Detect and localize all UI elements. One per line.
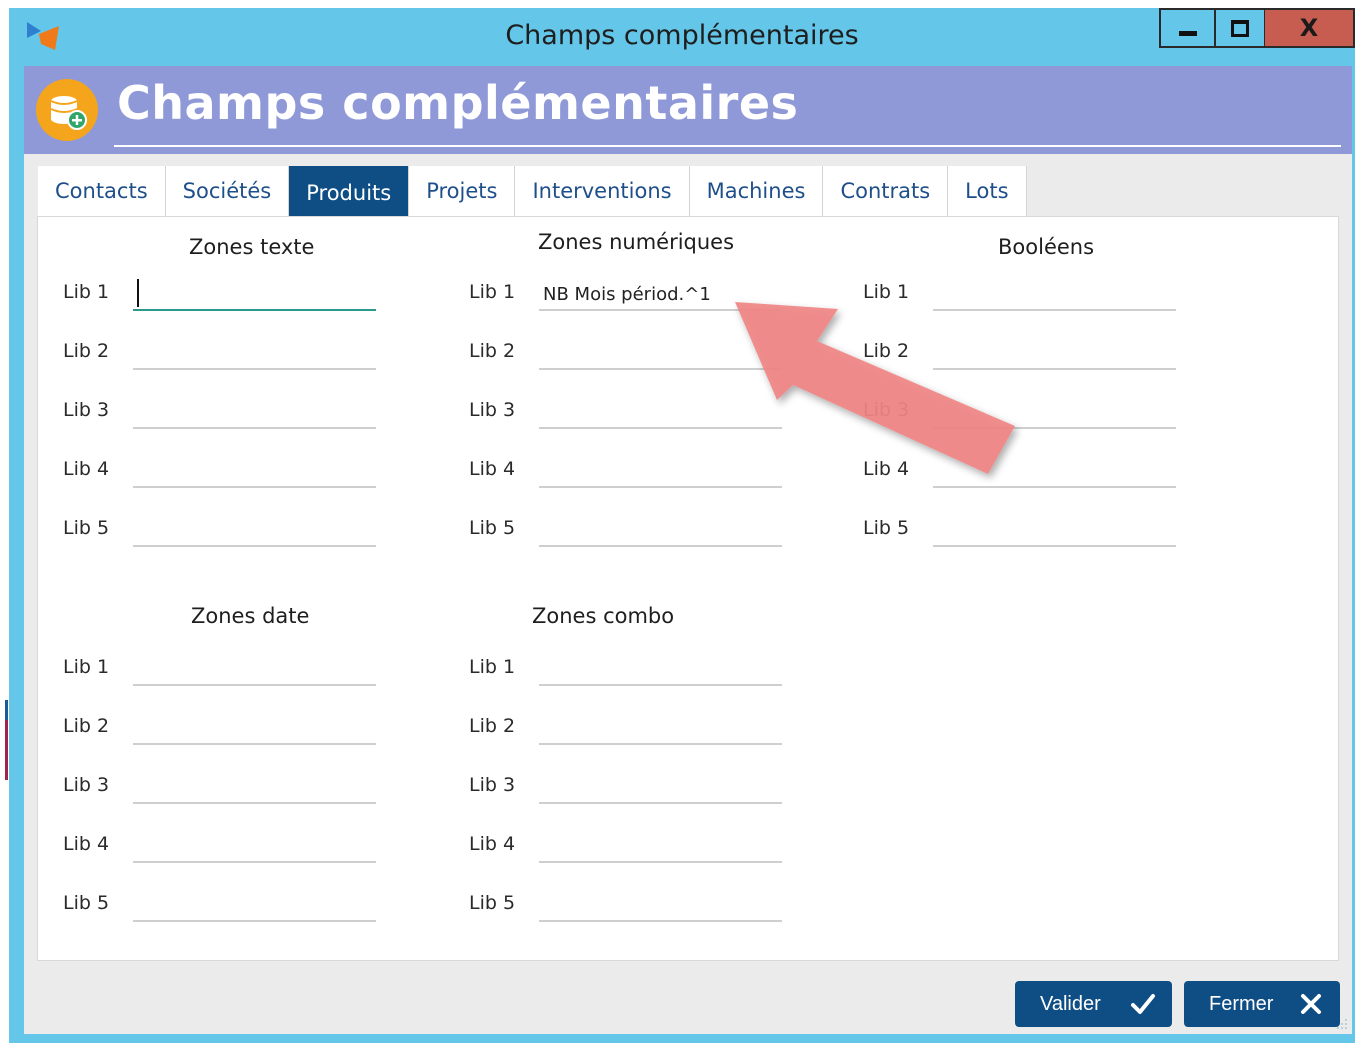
- tab-machines[interactable]: Machines: [689, 166, 824, 216]
- close-icon: X: [1299, 14, 1319, 42]
- numeriques-lib4-input[interactable]: [539, 456, 782, 488]
- booleens-lib5-input[interactable]: [933, 515, 1176, 547]
- field-label: Lib 2: [863, 340, 910, 362]
- field-label: Lib 5: [63, 517, 110, 539]
- field-label: Lib 2: [63, 340, 110, 362]
- database-add-icon: [36, 79, 98, 141]
- field-label: Lib 5: [863, 517, 910, 539]
- minimize-icon: [1179, 30, 1197, 36]
- field-label: Lib 3: [63, 774, 110, 796]
- resize-grip[interactable]: [1334, 1016, 1348, 1030]
- tab-contrats[interactable]: Contrats: [823, 166, 949, 216]
- header-underline: [114, 145, 1341, 147]
- maximize-button[interactable]: [1214, 8, 1266, 48]
- date-lib5-input[interactable]: [133, 890, 376, 922]
- combo-lib2-input[interactable]: [539, 713, 782, 745]
- group-title-combo: Zones combo: [532, 604, 675, 628]
- date-lib2-input[interactable]: [133, 713, 376, 745]
- field-label: Lib 4: [469, 833, 516, 855]
- numeriques-lib5-input[interactable]: [539, 515, 782, 547]
- field-label: Lib 4: [863, 458, 910, 480]
- texte-lib5-input[interactable]: [133, 515, 376, 547]
- texte-lib2-input[interactable]: [133, 338, 376, 370]
- close-x-icon: [1301, 994, 1321, 1014]
- combo-lib4-input[interactable]: [539, 831, 782, 863]
- field-label: Lib 3: [469, 399, 516, 421]
- field-label: Lib 2: [63, 715, 110, 737]
- field-label: Lib 4: [63, 458, 110, 480]
- desktop-edge: [0, 0, 9, 1043]
- desktop-edge-mark: [5, 720, 8, 780]
- tab-bar: Contacts Sociétés Produits Projets Inter…: [38, 166, 1027, 216]
- tab-produits[interactable]: Produits: [289, 166, 410, 216]
- group-title-date: Zones date: [191, 604, 310, 628]
- numeriques-lib2-input[interactable]: [539, 338, 782, 370]
- valider-button[interactable]: Valider: [1015, 981, 1172, 1027]
- text-caret: [137, 279, 139, 307]
- field-label: Lib 2: [469, 340, 516, 362]
- field-label: Lib 5: [469, 517, 516, 539]
- field-label: Lib 3: [63, 399, 110, 421]
- texte-lib4-input[interactable]: [133, 456, 376, 488]
- texte-lib1-input[interactable]: [133, 279, 376, 311]
- field-label: Lib 1: [469, 281, 516, 303]
- fermer-button[interactable]: Fermer: [1184, 981, 1340, 1027]
- valider-label: Valider: [1040, 992, 1101, 1015]
- tab-projets[interactable]: Projets: [409, 166, 516, 216]
- dialog-window: Champs complémentaires X Champs compléme…: [9, 8, 1355, 1043]
- combo-lib5-input[interactable]: [539, 890, 782, 922]
- dialog-body: Contacts Sociétés Produits Projets Inter…: [24, 154, 1352, 1034]
- date-lib1-input[interactable]: [133, 654, 376, 686]
- field-label: Lib 5: [63, 892, 110, 914]
- booleens-lib2-input[interactable]: [933, 338, 1176, 370]
- numeriques-lib1-input[interactable]: [539, 279, 782, 311]
- fields-panel: Zones texte Lib 1 Lib 2 Lib 3 Lib 4 Lib …: [37, 216, 1339, 961]
- tab-lots[interactable]: Lots: [948, 166, 1027, 216]
- field-label: Lib 1: [469, 656, 516, 678]
- title-bar[interactable]: Champs complémentaires X: [9, 8, 1355, 66]
- window-title: Champs complémentaires: [505, 20, 859, 51]
- group-title-numeriques: Zones numériques: [538, 230, 735, 254]
- date-lib4-input[interactable]: [133, 831, 376, 863]
- texte-lib3-input[interactable]: [133, 397, 376, 429]
- maximize-icon: [1231, 19, 1249, 37]
- booleens-lib3-input[interactable]: [933, 397, 1176, 429]
- tab-interventions[interactable]: Interventions: [515, 166, 690, 216]
- field-label: Lib 2: [469, 715, 516, 737]
- group-title-texte: Zones texte: [189, 235, 315, 259]
- tab-contacts[interactable]: Contacts: [38, 166, 166, 216]
- booleens-lib4-input[interactable]: [933, 456, 1176, 488]
- date-lib3-input[interactable]: [133, 772, 376, 804]
- field-label: Lib 3: [469, 774, 516, 796]
- checkmark-icon: [1131, 994, 1155, 1014]
- fermer-label: Fermer: [1209, 992, 1274, 1015]
- field-label: Lib 1: [863, 281, 910, 303]
- combo-lib3-input[interactable]: [539, 772, 782, 804]
- page-header: Champs complémentaires: [24, 66, 1352, 154]
- minimize-button[interactable]: [1159, 8, 1215, 48]
- close-button[interactable]: X: [1265, 8, 1355, 48]
- combo-lib1-input[interactable]: [539, 654, 782, 686]
- field-label: Lib 1: [63, 281, 110, 303]
- field-label: Lib 3: [863, 399, 910, 421]
- numeriques-lib3-input[interactable]: [539, 397, 782, 429]
- group-title-booleens: Booléens: [998, 235, 1095, 259]
- field-label: Lib 1: [63, 656, 110, 678]
- field-label: Lib 4: [469, 458, 516, 480]
- field-label: Lib 4: [63, 833, 110, 855]
- page-title: Champs complémentaires: [117, 76, 799, 130]
- tab-societes[interactable]: Sociétés: [165, 166, 290, 216]
- booleens-lib1-input[interactable]: [933, 279, 1176, 311]
- field-label: Lib 5: [469, 892, 516, 914]
